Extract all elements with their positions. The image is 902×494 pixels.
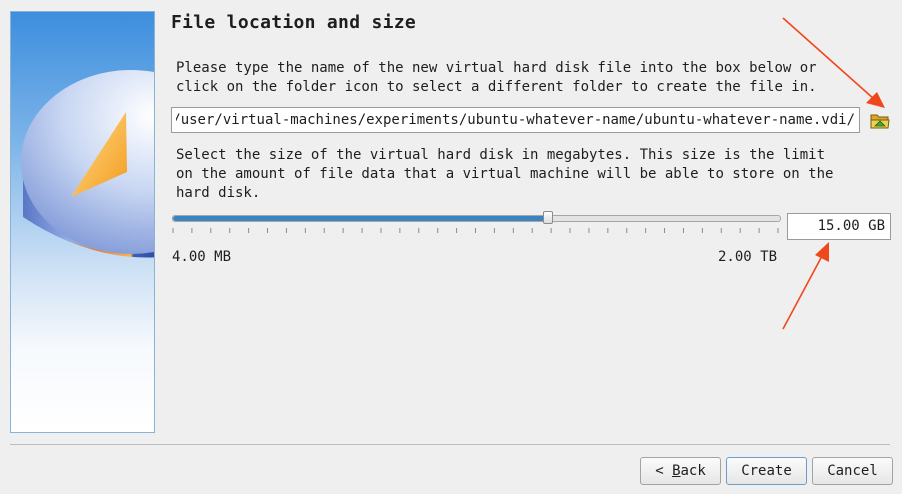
wizard-side-image — [10, 11, 155, 433]
size-max-label: 2.00 TB — [718, 249, 778, 265]
button-divider — [10, 444, 890, 445]
folder-open-icon — [870, 114, 890, 129]
page-title: File location and size — [171, 12, 417, 33]
size-description: Select the size of the virtual hard disk… — [176, 147, 834, 201]
location-description: Please type the name of the new virtual … — [176, 60, 817, 95]
slider-handle[interactable] — [543, 211, 553, 224]
back-button-label: ack — [680, 463, 706, 479]
back-button-prefix: < — [655, 463, 673, 479]
disk-size-slider[interactable] — [172, 210, 781, 240]
back-button-mnemonic: B — [672, 463, 681, 479]
choose-folder-button[interactable] — [869, 110, 891, 130]
create-virtual-disk-wizard: File location and size Please type the n… — [0, 0, 902, 494]
size-pointer-arrowhead — [815, 242, 829, 262]
size-pointer-arrow-line — [782, 255, 823, 330]
folder-pointer-arrowhead — [866, 92, 885, 108]
back-button[interactable]: < Back — [640, 457, 721, 485]
cancel-button[interactable]: Cancel — [812, 457, 893, 485]
file-location-input[interactable] — [171, 107, 860, 133]
create-button[interactable]: Create — [726, 457, 807, 485]
disk-size-field[interactable]: 15.00 GB — [787, 213, 891, 240]
slider-ticks — [172, 228, 779, 233]
slider-fill — [173, 216, 549, 221]
hard-disk-illustration — [21, 70, 154, 258]
size-min-label: 4.00 MB — [172, 249, 232, 265]
